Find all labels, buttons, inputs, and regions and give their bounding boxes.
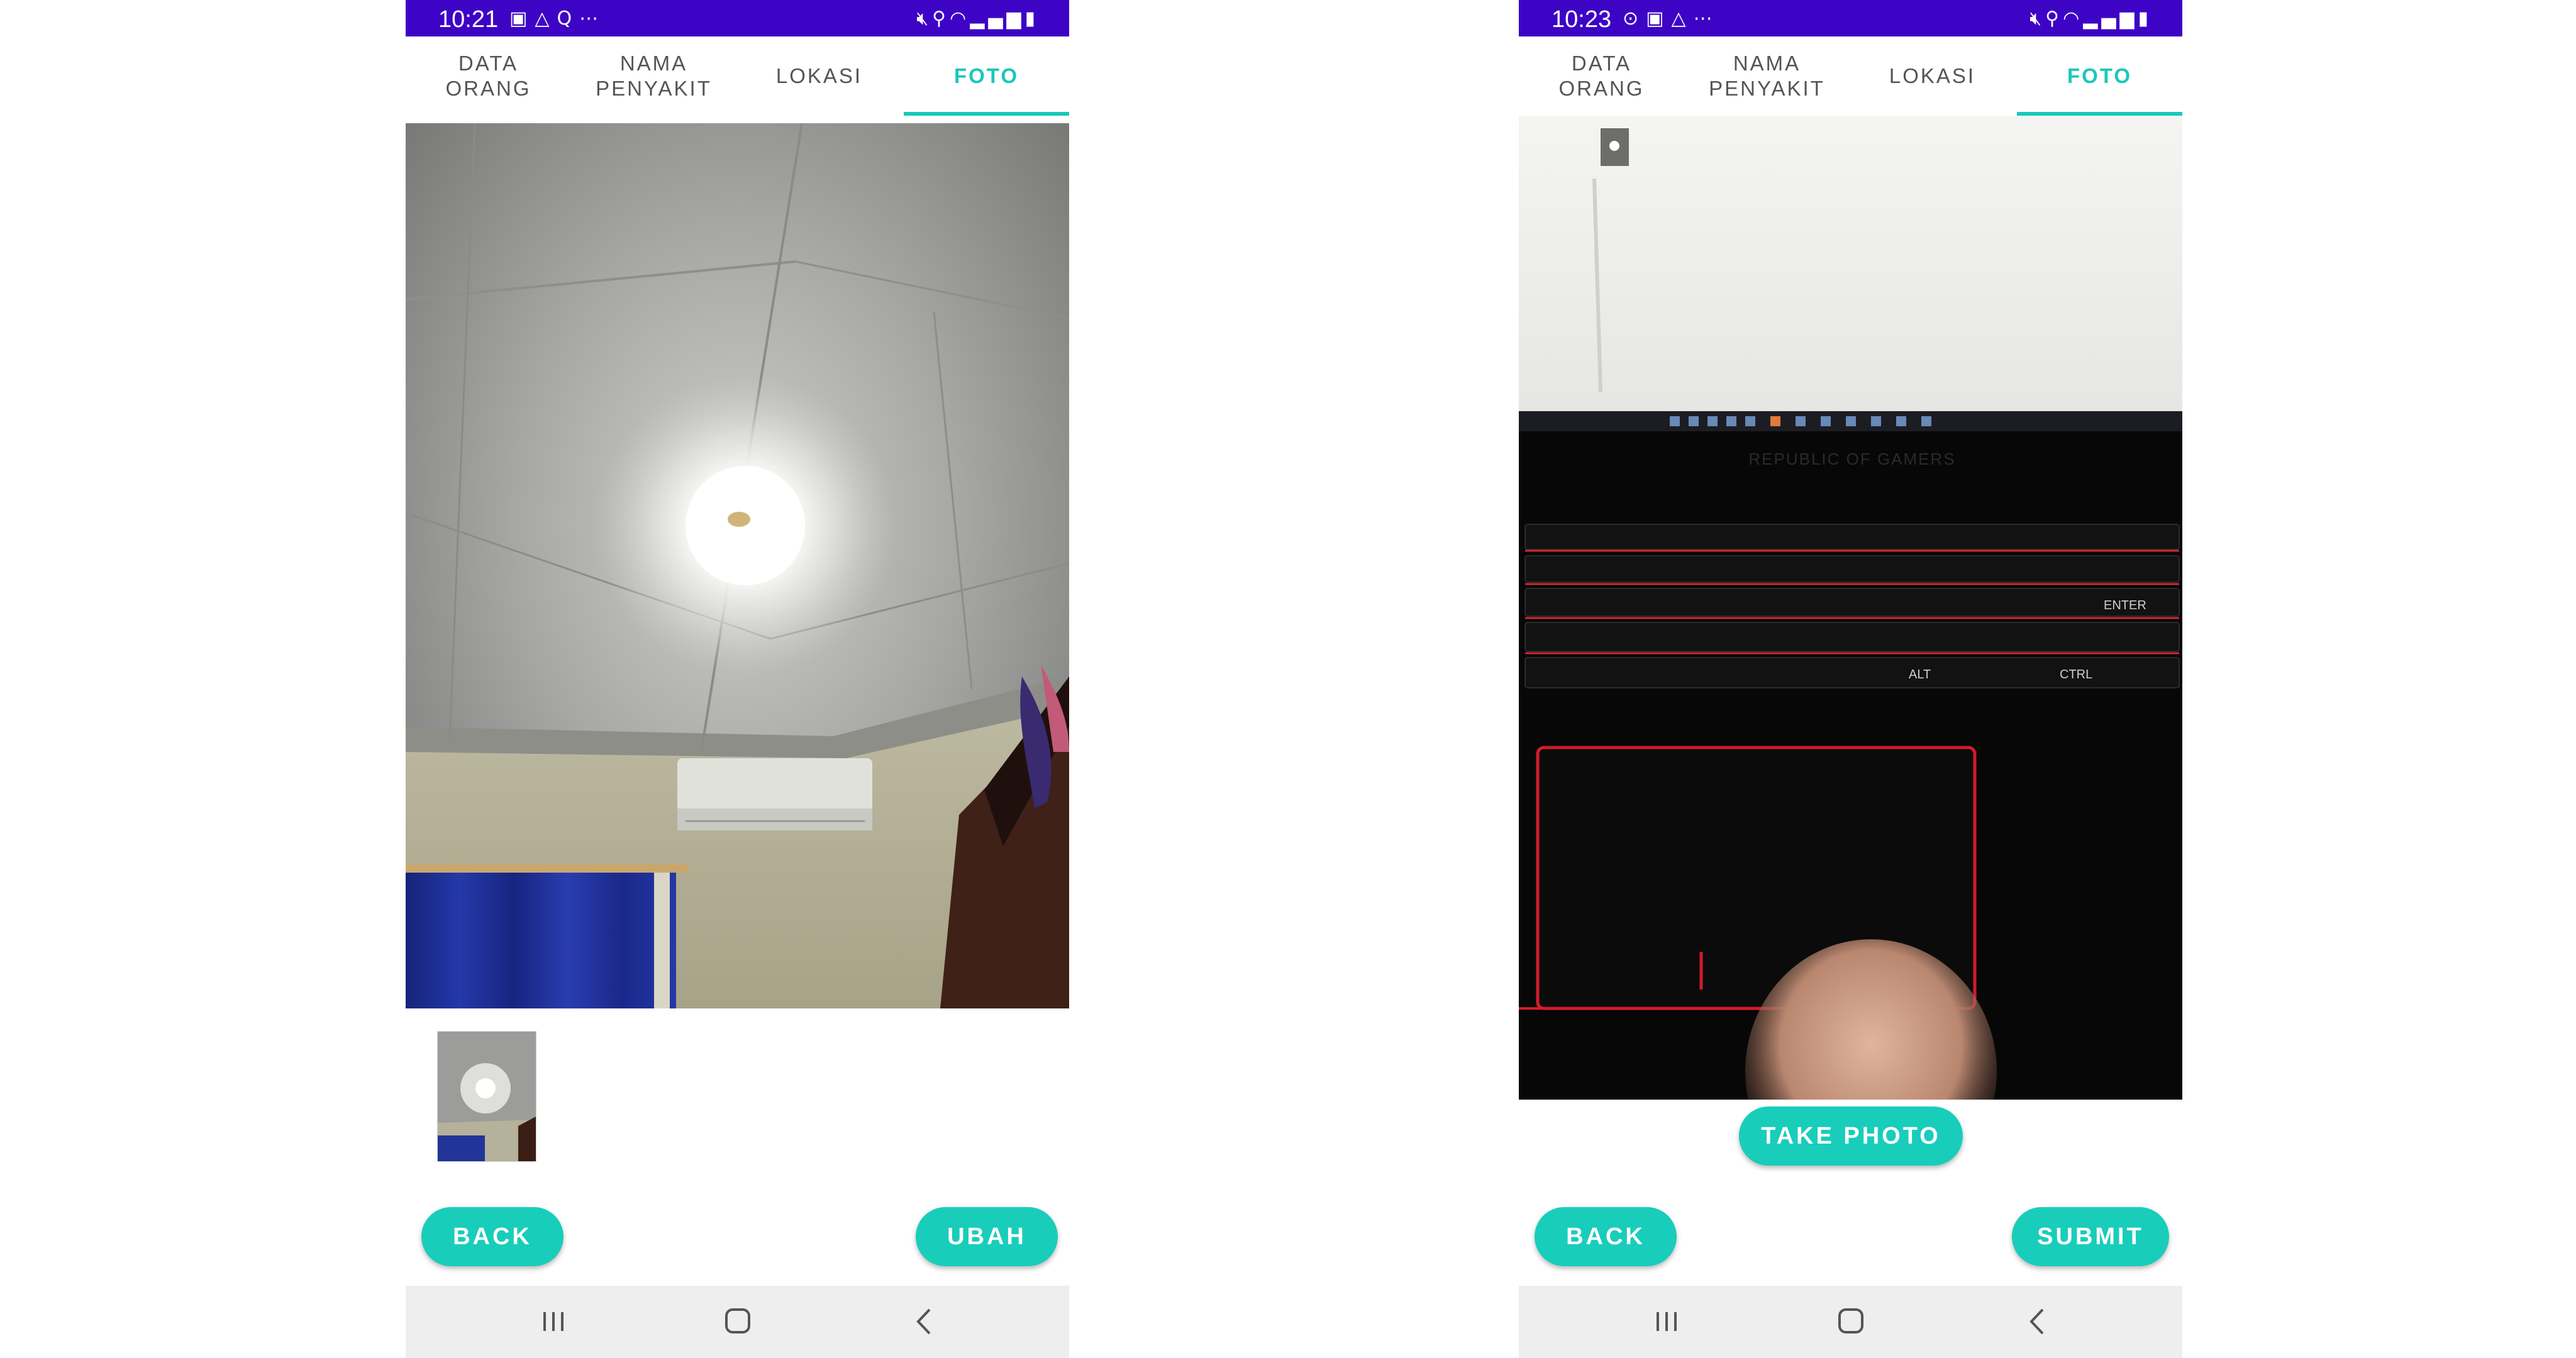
more-dots-icon: ⋯ [1693,8,1720,30]
tab-label: NAMA PENYAKIT [596,52,712,100]
tab-foto[interactable]: FOTO [904,36,1069,116]
laptop-brand-text: REPUBLIC OF GAMERS [1748,450,1955,468]
search-app-icon: Q [557,8,580,30]
take-photo-button[interactable]: TAKE PHOTO [1739,1107,1963,1166]
navigation-bar [406,1286,1069,1358]
drive-icon: △ [535,8,557,30]
laptop-photo-image: REPUBLIC OF GAMERS ENTER ALT CTRL [1519,116,2182,1100]
tab-label: NAMA PENYAKIT [1709,52,1825,100]
mute-icon: 🔇︎ [2029,8,2046,30]
phone-screen-left: 10:21 ▣△Q⋯ 🔇︎⚲◠▂▄▆▮ DATA ORANG NAMA PENY… [406,0,1069,1358]
navigation-bar [1519,1286,2182,1358]
back-button[interactable]: BACK [421,1207,564,1266]
location-icon: ⚲ [932,8,950,30]
more-dots-icon: ⋯ [579,8,606,30]
status-bar: 10:21 ▣△Q⋯ 🔇︎⚲◠▂▄▆▮ [406,0,1069,36]
captured-photo [406,123,1069,1008]
location-icon: ⚲ [2045,8,2063,30]
tab-bar: DATA ORANG NAMA PENYAKIT LOKASI FOTO [1519,36,2182,116]
gallery-icon: ▣ [509,8,535,30]
tab-foto[interactable]: FOTO [2017,36,2182,116]
status-icons-left: ▣△Q⋯ [509,8,606,30]
back-arrow-icon[interactable] [899,1300,950,1344]
status-time: 10:23 [1552,6,1612,33]
wifi-icon: ◠ [2063,8,2084,30]
ubah-button[interactable]: UBAH [916,1207,1058,1266]
drive-icon: △ [1671,8,1694,30]
back-arrow-icon[interactable] [2012,1300,2063,1344]
tab-label: LOKASI [1889,64,1976,87]
status-icons-left: ⊙▣△⋯ [1623,8,1720,30]
tab-nama-penyakit[interactable]: NAMA PENYAKIT [571,36,736,116]
mute-icon: 🔇︎ [916,8,933,30]
battery-icon: ▮ [1024,8,1039,30]
status-time: 10:21 [438,6,499,33]
recent-apps-icon[interactable] [528,1300,579,1344]
camera-preview: REPUBLIC OF GAMERS ENTER ALT CTRL [1519,116,2182,1100]
tab-bar: DATA ORANG NAMA PENYAKIT LOKASI FOTO [406,36,1069,116]
tab-label: DATA ORANG [445,52,531,100]
wifi-icon: ◠ [950,8,970,30]
tab-nama-penyakit[interactable]: NAMA PENYAKIT [1684,36,1850,116]
tab-label: FOTO [2067,64,2133,87]
tab-label: DATA ORANG [1558,52,1645,100]
thumbnail-image [438,1032,536,1161]
back-button[interactable]: BACK [1535,1207,1677,1266]
enter-key-text: ENTER [2104,599,2146,612]
submit-button[interactable]: SUBMIT [2012,1207,2169,1266]
signal-icon: ▂▄▆ [970,8,1025,30]
signal-icon: ▂▄▆ [2083,8,2138,30]
ceiling-photo-image [406,123,1069,1008]
tab-lokasi[interactable]: LOKASI [736,36,902,116]
status-bar: 10:23 ⊙▣△⋯ 🔇︎⚲◠▂▄▆▮ [1519,0,2182,36]
alt-key-text: ALT [1909,668,1931,682]
tab-label: FOTO [953,64,1019,87]
tab-data-orang[interactable]: DATA ORANG [1519,36,1684,116]
ctrl-key-text: CTRL [2060,668,2092,682]
tab-lokasi[interactable]: LOKASI [1850,36,2015,116]
home-icon[interactable] [1826,1300,1876,1344]
home-icon[interactable] [713,1300,763,1344]
recent-apps-icon[interactable] [1641,1300,1692,1344]
battery-charging-icon: ▮ [2138,8,2152,30]
tab-label: LOKASI [775,64,863,87]
status-icons-right: 🔇︎⚲◠▂▄▆▮ [2029,8,2152,30]
tab-data-orang[interactable]: DATA ORANG [406,36,571,116]
photo-thumbnail[interactable] [437,1031,536,1162]
status-icons-right: 🔇︎⚲◠▂▄▆▮ [916,8,1039,30]
gallery-icon: ▣ [1646,8,1672,30]
phone-screen-right: 10:23 ⊙▣△⋯ 🔇︎⚲◠▂▄▆▮ DATA ORANG NAMA PENY… [1519,0,2182,1358]
game-controller-icon: ⊙ [1623,8,1646,30]
